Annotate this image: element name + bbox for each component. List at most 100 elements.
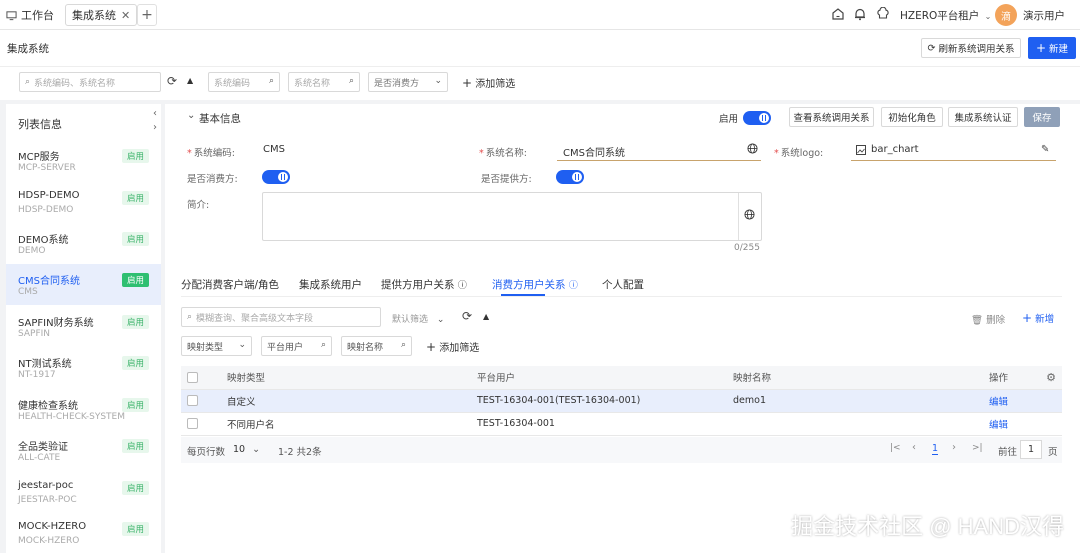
system-search-placeholder: 系统编码、系统名称 <box>34 78 116 89</box>
caret-up-icon[interactable]: ▲ <box>187 76 193 85</box>
tab-workbench[interactable]: 工作台 <box>6 4 54 26</box>
tab-assign-client-role[interactable]: 分配消费客户端/角色 <box>181 277 279 292</box>
header-mapping-name: 映射名称 <box>727 366 983 390</box>
gear-icon[interactable]: ⚙ <box>1046 371 1056 384</box>
enable-toggle[interactable] <box>743 111 771 125</box>
chevron-right-icon[interactable]: › <box>153 122 157 133</box>
sidebar-item-code: SAPFIN <box>18 329 51 339</box>
name-input[interactable]: CMS合同系统 <box>563 144 625 159</box>
sidebar-item-cms[interactable]: CMS合同系统 CMS 启用 <box>6 264 161 305</box>
next-page-icon[interactable]: › <box>952 442 956 453</box>
close-icon[interactable]: ✕ <box>121 9 130 22</box>
logo-input[interactable]: bar_chart <box>871 144 919 155</box>
name-field-label: * 系统名称: <box>479 148 527 159</box>
name-input-underline <box>557 160 761 161</box>
search-icon: ⌕ <box>320 340 326 350</box>
refresh-relations-button[interactable]: ⟳ 刷新系统调用关系 <box>921 38 1021 58</box>
mapping-name-filter[interactable]: 映射名称 ⌕ <box>341 336 412 356</box>
goto-page-input[interactable]: 1 <box>1020 440 1042 459</box>
tab-consumer-relations[interactable]: 消费方用户关系 ⓘ <box>492 277 578 292</box>
first-page-icon[interactable]: |< <box>890 443 901 453</box>
help-icon: ⓘ <box>457 281 467 291</box>
system-list-sidebar: 列表信息 ‹ › MCP服务 MCP-SERVER 启用 HDSP-DEMO H… <box>6 104 161 553</box>
relation-search-input[interactable]: ⌕ 模糊查询、聚合高级文本字段 <box>181 307 381 327</box>
provider-toggle[interactable] <box>556 170 584 184</box>
select-all-cell[interactable] <box>181 366 221 390</box>
edit-icon[interactable]: ✎ <box>1041 144 1049 155</box>
default-filter-select[interactable]: 默认筛选 ⌄ <box>392 312 444 325</box>
checkbox[interactable] <box>187 418 198 429</box>
prev-page-icon[interactable]: ‹ <box>912 442 916 453</box>
user-name[interactable]: 演示用户 <box>1023 8 1065 23</box>
table-row[interactable]: 自定义 TEST-16304-001(TEST-16304-001) demo1… <box>181 389 1062 413</box>
save-button[interactable]: 保存 <box>1024 107 1060 127</box>
current-page[interactable]: 1 <box>932 443 939 455</box>
header-actions: 操作 ⚙ <box>983 366 1062 390</box>
refresh-icon[interactable]: ⟳ <box>167 74 177 88</box>
is-consumer-filter[interactable]: 是否消费方 ⌄ <box>368 72 448 92</box>
bell-icon[interactable] <box>853 7 867 21</box>
edit-link[interactable]: 编辑 <box>989 420 1008 431</box>
sidebar-item-jeestar[interactable]: jeestar-poc JEESTAR-POC 启用 <box>6 472 161 513</box>
plus-icon: + <box>141 7 153 23</box>
add-filter-button[interactable]: + 添加筛选 <box>462 75 515 90</box>
add-sub-filter-button[interactable]: + 添加筛选 <box>426 339 479 354</box>
sidebar-item-code: MCP-SERVER <box>18 163 76 173</box>
refresh-icon[interactable]: ⟳ <box>462 309 472 323</box>
auth-button[interactable]: 集成系统认证 <box>948 107 1018 127</box>
mapping-type-filter[interactable]: 映射类型 ⌄ <box>181 336 252 356</box>
logo-field-label: * 系统logo: <box>774 148 824 159</box>
intro-textarea[interactable] <box>262 192 762 241</box>
view-relations-button[interactable]: 查看系统调用关系 <box>789 107 874 127</box>
add-relation-button[interactable]: + 新增 <box>1022 311 1054 325</box>
page-size-select[interactable]: 10 ⌄ <box>233 444 260 455</box>
sidebar-item-demo[interactable]: DEMO系统 DEMO 启用 <box>6 223 161 264</box>
section-title: 基本信息 <box>199 113 241 125</box>
tenant-selector[interactable]: HZERO平台租户 ⌄ <box>900 8 991 23</box>
delete-button[interactable]: 🗑 删除 <box>971 312 1005 326</box>
avatar[interactable]: 滴 <box>995 4 1017 26</box>
checkbox[interactable] <box>187 371 198 383</box>
globe-icon[interactable] <box>747 143 758 157</box>
last-page-icon[interactable]: >| <box>972 443 983 453</box>
sidebar-item-health[interactable]: 健康检查系统 HEALTH-CHECK-SYSTEM 启用 <box>6 389 161 430</box>
consumer-toggle[interactable] <box>262 170 290 184</box>
sidebar-item-mock[interactable]: MOCK-HZERO MOCK-HZERO 启用 <box>6 513 161 553</box>
sidebar-item-nt[interactable]: NT测试系统 NT-1917 启用 <box>6 347 161 388</box>
caret-up-icon[interactable]: ▲ <box>483 312 489 321</box>
cell-actions: 编辑 <box>983 412 1062 436</box>
mapping-name-placeholder: 映射名称 <box>347 342 384 353</box>
goto-label: 前往 <box>998 447 1018 458</box>
system-code-placeholder: 系统编码 <box>214 78 251 89</box>
system-name-filter[interactable]: 系统名称 ⌕ <box>288 72 360 92</box>
add-tab-button[interactable]: + <box>137 4 157 26</box>
init-role-button[interactable]: 初始化角色 <box>881 107 943 127</box>
home-icon[interactable] <box>831 7 845 21</box>
checkbox[interactable] <box>187 395 198 406</box>
sidebar-item-name: 全品类验证 <box>18 442 68 453</box>
platform-user-filter[interactable]: 平台用户 ⌕ <box>261 336 332 356</box>
chevron-down-icon[interactable]: ⌄ <box>187 110 195 121</box>
provider-field-label: 是否提供方: <box>481 174 532 185</box>
sidebar-item-hdsp[interactable]: HDSP-DEMO HDSP-DEMO 启用 <box>6 182 161 223</box>
sidebar-item-sapfin[interactable]: SAPFIN财务系统 SAPFIN 启用 <box>6 306 161 347</box>
sidebar-item-code: HEALTH-CHECK-SYSTEM <box>18 412 125 422</box>
tab-integration-system[interactable]: 集成系统 ✕ <box>65 4 138 26</box>
system-search-input[interactable]: ⌕ 系统编码、系统名称 <box>19 72 161 92</box>
system-code-filter[interactable]: 系统编码 ⌕ <box>208 72 280 92</box>
sidebar-item-allcate[interactable]: 全品类验证 ALL-CATE 启用 <box>6 430 161 471</box>
chevron-left-icon[interactable]: ‹ <box>153 108 157 119</box>
tab-system-users[interactable]: 集成系统用户 <box>299 277 362 292</box>
tab-provider-relations[interactable]: 提供方用户关系 ⓘ <box>381 277 467 292</box>
row-select-cell[interactable] <box>181 412 221 436</box>
sidebar-item-name: DEMO系统 <box>18 235 69 246</box>
row-select-cell[interactable] <box>181 389 221 413</box>
new-button[interactable]: + 新建 <box>1028 37 1076 59</box>
globe-icon[interactable] <box>744 209 755 223</box>
table-row[interactable]: 不同用户名 TEST-16304-001 编辑 <box>181 412 1062 436</box>
toggle-knob-icon <box>281 174 285 180</box>
chef-hat-icon[interactable] <box>876 7 890 21</box>
edit-link[interactable]: 编辑 <box>989 397 1008 408</box>
sidebar-item-mcp[interactable]: MCP服务 MCP-SERVER 启用 <box>6 140 161 181</box>
tab-personal-config[interactable]: 个人配置 <box>602 277 644 292</box>
